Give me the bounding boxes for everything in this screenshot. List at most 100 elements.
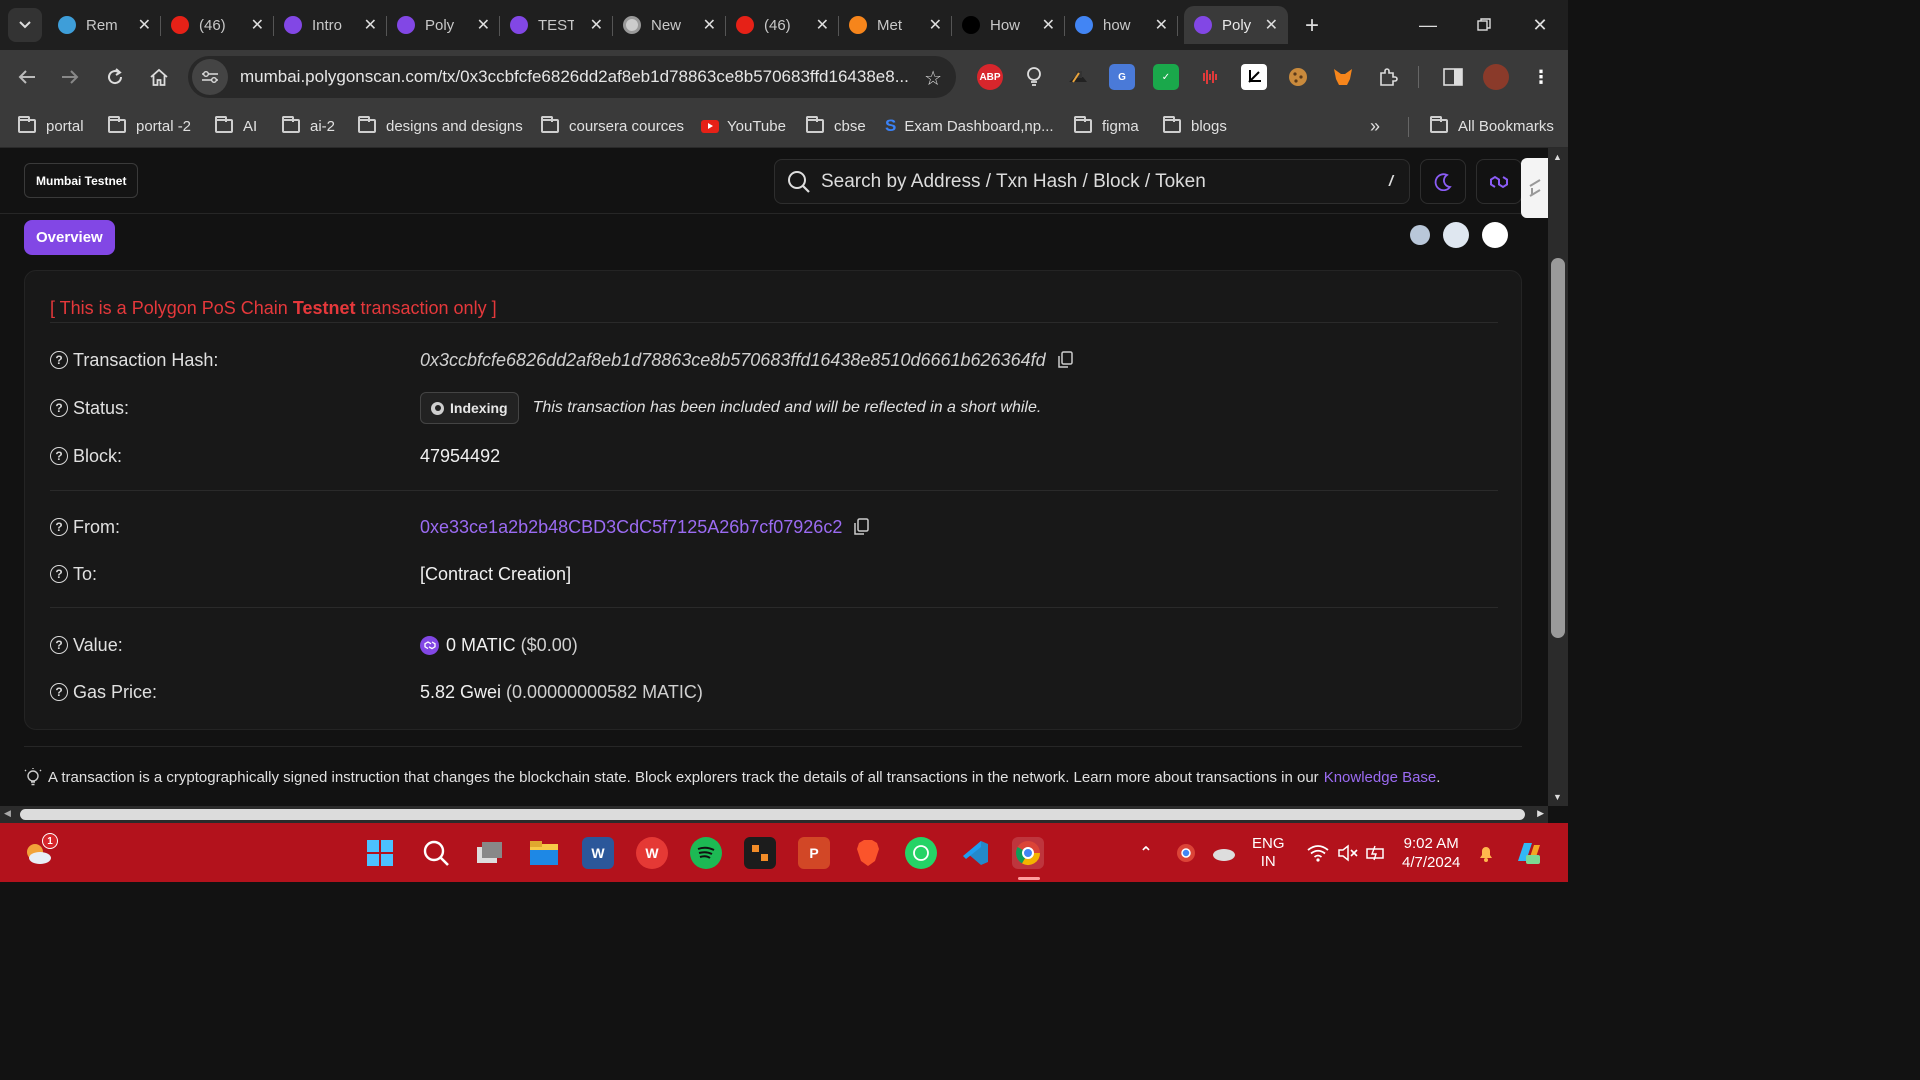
copy-icon[interactable] xyxy=(853,518,870,536)
file-explorer-icon[interactable] xyxy=(528,837,560,869)
browser-tab[interactable]: New ✕ xyxy=(613,6,726,44)
adblock-plus-icon[interactable]: ABP xyxy=(977,64,1003,90)
close-tab-icon[interactable]: ✕ xyxy=(929,15,942,35)
help-icon[interactable]: ? xyxy=(50,351,68,369)
vertical-scrollbar[interactable]: ▲ ▼ xyxy=(1548,148,1568,806)
language-indicator[interactable]: ENG IN xyxy=(1252,835,1285,871)
puzzle-extensions-icon[interactable] xyxy=(1375,64,1401,90)
crop-extension-icon[interactable] xyxy=(1241,64,1267,90)
clock[interactable]: 9:02 AM 4/7/2024 xyxy=(1402,834,1460,872)
help-icon[interactable]: ? xyxy=(50,565,68,583)
home-button[interactable] xyxy=(145,63,173,91)
spotify-icon[interactable] xyxy=(690,837,722,869)
network-badge[interactable]: Mumbai Testnet xyxy=(24,163,139,198)
browser-tab[interactable]: Intro ✕ xyxy=(274,6,387,44)
translate-extension-icon[interactable]: G xyxy=(1109,64,1135,90)
restore-button[interactable] xyxy=(1456,0,1512,50)
bookmark-item[interactable]: YouTube xyxy=(701,114,786,138)
close-tab-icon[interactable]: ✕ xyxy=(138,15,151,35)
side-panel-icon[interactable] xyxy=(1440,64,1466,90)
brave-icon[interactable] xyxy=(852,837,884,869)
help-icon[interactable]: ? xyxy=(50,683,68,701)
weather-widget-icon[interactable]: 1 xyxy=(22,833,58,869)
from-address-link[interactable]: 0xe33ce1a2b2b48CBD3CdC5f7125A26b7cf07926… xyxy=(420,517,842,538)
tab-overview[interactable]: Overview xyxy=(24,220,115,255)
browser-menu-icon[interactable]: ⋮ xyxy=(1528,64,1554,90)
bookmark-item[interactable]: ai-2 xyxy=(282,114,335,138)
url-text[interactable]: mumbai.polygonscan.com/tx/0x3ccbfcfe6826… xyxy=(240,67,910,87)
app-icon[interactable] xyxy=(744,837,776,869)
forward-button[interactable] xyxy=(56,63,84,91)
audio-extension-icon[interactable] xyxy=(1197,64,1223,90)
help-icon[interactable]: ? xyxy=(50,447,68,465)
theme-toggle-button[interactable] xyxy=(1420,159,1466,204)
back-button[interactable] xyxy=(13,63,41,91)
bookmark-item[interactable]: portal xyxy=(18,114,84,138)
copilot-icon[interactable] xyxy=(1512,837,1544,869)
vertical-scroll-thumb[interactable] xyxy=(1551,258,1565,638)
browser-tab[interactable]: (46) ✕ xyxy=(726,6,839,44)
close-tab-icon[interactable]: ✕ xyxy=(816,15,829,35)
scroll-up-icon[interactable]: ▲ xyxy=(1553,152,1562,162)
word-icon[interactable]: W xyxy=(582,837,614,869)
help-icon[interactable]: ? xyxy=(50,399,68,417)
checkmark-extension-icon[interactable]: ✓ xyxy=(1153,64,1179,90)
metamask-extension-icon[interactable] xyxy=(1330,64,1356,90)
profile-avatar[interactable] xyxy=(1483,64,1509,90)
bookmark-item[interactable]: portal -2 xyxy=(108,114,191,138)
bookmark-item[interactable]: figma xyxy=(1074,114,1139,138)
browser-tab[interactable]: How ✕ xyxy=(952,6,1065,44)
close-tab-icon[interactable]: ✕ xyxy=(703,15,716,35)
search-input[interactable]: Search by Address / Txn Hash / Block / T… xyxy=(774,159,1410,204)
start-windows-icon[interactable] xyxy=(364,837,396,869)
hat-extension-icon[interactable] xyxy=(1065,64,1091,90)
wps-office-icon[interactable]: W xyxy=(636,837,668,869)
new-tab-button[interactable]: + xyxy=(1305,12,1319,40)
copy-icon[interactable] xyxy=(1057,351,1073,369)
help-icon[interactable]: ? xyxy=(50,518,68,536)
vscode-icon[interactable] xyxy=(959,837,991,869)
knowledge-base-link[interactable]: Knowledge Base xyxy=(1324,769,1437,786)
bookmark-item[interactable]: AI xyxy=(215,114,257,138)
onedrive-icon[interactable] xyxy=(1208,837,1240,869)
powerpoint-icon[interactable]: P xyxy=(798,837,830,869)
close-tab-icon[interactable]: ✕ xyxy=(1042,15,1055,35)
tab-search-button[interactable] xyxy=(8,8,42,42)
address-bar[interactable]: mumbai.polygonscan.com/tx/0x3ccbfcfe6826… xyxy=(188,56,956,98)
search-icon[interactable] xyxy=(420,837,452,869)
chrome-tray-icon[interactable] xyxy=(1170,837,1202,869)
close-tab-icon[interactable]: ✕ xyxy=(477,15,490,35)
wifi-icon[interactable] xyxy=(1302,837,1334,869)
cookie-extension-icon[interactable] xyxy=(1285,64,1311,90)
bookmark-star-icon[interactable]: ☆ xyxy=(924,66,942,91)
tray-overflow-icon[interactable]: ⌃ xyxy=(1130,837,1162,869)
whatsapp-icon[interactable] xyxy=(905,837,937,869)
more-options-dots[interactable] xyxy=(1410,222,1521,248)
browser-tab[interactable]: Poly ✕ xyxy=(387,6,500,44)
bookmark-item[interactable]: blogs xyxy=(1163,114,1227,138)
browser-tab[interactable]: Rem ✕ xyxy=(48,6,161,44)
close-tab-icon[interactable]: ✕ xyxy=(590,15,603,35)
chrome-taskbar-icon[interactable] xyxy=(1012,837,1044,869)
close-window-button[interactable]: ✕ xyxy=(1512,0,1568,50)
browser-tab[interactable]: TEST ✕ xyxy=(500,6,613,44)
lightbulb-extension-icon[interactable] xyxy=(1021,64,1047,90)
horizontal-scrollbar[interactable]: ◀ ▶ xyxy=(0,806,1548,823)
notification-bell-icon[interactable] xyxy=(1470,837,1502,869)
browser-tab[interactable]: Met ✕ xyxy=(839,6,952,44)
close-tab-icon[interactable]: ✕ xyxy=(251,15,264,35)
bookmark-item[interactable]: coursera cources xyxy=(541,114,684,138)
close-tab-icon[interactable]: ✕ xyxy=(1265,15,1278,35)
bookmark-item[interactable]: cbse xyxy=(806,114,866,138)
minimize-button[interactable]: — xyxy=(1400,0,1456,50)
browser-tab[interactable]: how ✕ xyxy=(1065,6,1178,44)
scroll-down-icon[interactable]: ▼ xyxy=(1553,792,1562,802)
close-tab-icon[interactable]: ✕ xyxy=(364,15,377,35)
scroll-left-icon[interactable]: ◀ xyxy=(4,808,11,819)
close-tab-icon[interactable]: ✕ xyxy=(1155,15,1168,35)
site-info-button[interactable] xyxy=(192,59,228,95)
reload-button[interactable] xyxy=(101,63,129,91)
all-bookmarks-button[interactable]: All Bookmarks xyxy=(1430,114,1554,138)
bookmark-item[interactable]: S Exam Dashboard,np... xyxy=(885,114,1054,138)
battery-icon[interactable] xyxy=(1360,837,1392,869)
